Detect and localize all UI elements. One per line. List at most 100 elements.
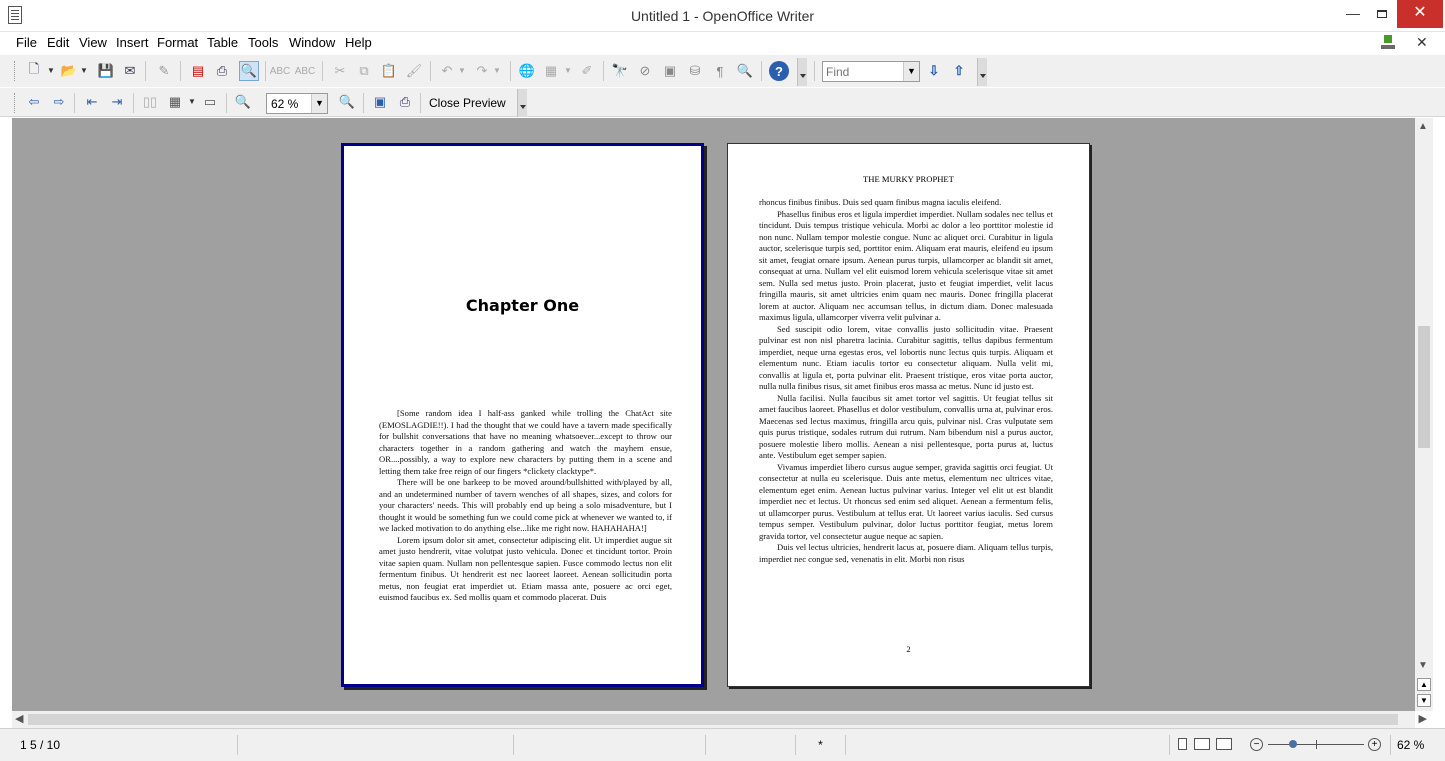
zoom-field[interactable]: ▼ <box>266 93 328 114</box>
menu-format[interactable]: Format <box>157 35 198 50</box>
page-1[interactable]: Chapter One [Some random idea I half-ass… <box>341 143 704 687</box>
edit-file-icon[interactable]: ✎ <box>155 62 173 80</box>
navigator-icon[interactable]: ⊘ <box>636 62 654 80</box>
language-status[interactable] <box>514 735 706 755</box>
two-page-view-icon[interactable] <box>1194 738 1210 750</box>
zoom-in-button[interactable]: + <box>1368 738 1381 751</box>
redo-dropdown-arrow[interactable]: ▼ <box>493 66 501 75</box>
page-style-status[interactable] <box>238 735 514 755</box>
close-window-button[interactable]: ✕ <box>1397 0 1443 28</box>
to-document-end-icon[interactable]: ⇥ <box>108 93 126 111</box>
insert-mode-status[interactable] <box>706 735 796 755</box>
spellcheck-icon[interactable]: ABC <box>270 62 291 80</box>
undo-icon[interactable]: ↶ <box>438 62 456 80</box>
horizontal-scrollbar[interactable]: ◀ ▶ <box>12 711 1427 728</box>
scroll-down-arrow[interactable]: ▼ <box>1418 660 1428 671</box>
zoom-icon[interactable]: 🔍 <box>736 62 754 80</box>
multiple-pages-icon[interactable]: ▦ <box>166 93 184 111</box>
find-next-icon[interactable]: ⇩ <box>925 62 943 80</box>
zoom-input[interactable] <box>267 94 311 113</box>
data-sources-icon[interactable]: ⛁ <box>686 62 704 80</box>
menu-edit[interactable]: Edit <box>47 35 69 50</box>
maximize-button[interactable] <box>1368 0 1396 28</box>
email-document-icon[interactable]: ✉ <box>121 62 139 80</box>
hyperlink-icon[interactable]: 🌐 <box>518 62 536 80</box>
new-dropdown-arrow[interactable]: ▼ <box>47 66 55 75</box>
page-count-status[interactable]: 1 5 / 10 <box>20 735 238 755</box>
toolbar-grip[interactable] <box>14 93 18 113</box>
clone-formatting-icon[interactable]: 🖌 <box>405 62 423 80</box>
menu-insert[interactable]: Insert <box>116 35 149 50</box>
zoom-out-icon[interactable]: 🔍 <box>338 93 356 111</box>
zoom-out-button[interactable]: − <box>1250 738 1263 751</box>
print-icon[interactable]: ⎙ <box>213 62 231 80</box>
find-toolbar-overflow-button[interactable] <box>977 58 987 86</box>
close-document-button[interactable]: ✕ <box>1416 34 1428 51</box>
help-icon[interactable]: ? <box>769 61 789 81</box>
open-dropdown-arrow[interactable]: ▼ <box>80 66 88 75</box>
find-field[interactable]: ▼ <box>822 61 920 82</box>
document-workspace[interactable]: Chapter One [Some random idea I half-ass… <box>12 118 1415 711</box>
save-icon[interactable]: 💾 <box>97 62 115 80</box>
page-2-body: rhoncus finibus finibus. Duis sed quam f… <box>759 197 1053 565</box>
next-page-icon[interactable]: ⇨ <box>50 93 68 111</box>
page-preview-icon[interactable]: 🔍 <box>239 61 259 81</box>
zoom-slider[interactable]: − + <box>1250 735 1384 755</box>
export-pdf-icon[interactable]: ▤ <box>189 62 207 80</box>
menu-help[interactable]: Help <box>345 35 372 50</box>
full-screen-icon[interactable]: ▣ <box>371 93 389 111</box>
scroll-left-arrow[interactable]: ◀ <box>15 712 23 725</box>
copy-icon[interactable]: ⧉ <box>355 62 373 80</box>
toolbar-grip[interactable] <box>14 61 18 81</box>
previous-page-scroll-button[interactable]: ▲ <box>1417 678 1431 691</box>
redo-icon[interactable]: ↷ <box>473 62 491 80</box>
digital-signature-status[interactable] <box>846 735 1170 755</box>
book-preview-icon[interactable]: ▭ <box>201 93 219 111</box>
paste-icon[interactable]: 📋 <box>380 62 398 80</box>
menu-table[interactable]: Table <box>207 35 238 50</box>
formatting-marks-icon[interactable]: ¶ <box>711 62 729 80</box>
vertical-scrollbar[interactable]: ▲ ▼ ▲ ▼ <box>1415 118 1433 711</box>
open-folder-icon[interactable]: 📂 <box>60 62 78 80</box>
zoom-percentage[interactable]: 62 % <box>1390 735 1424 755</box>
zoom-in-icon[interactable]: 🔍 <box>234 93 252 111</box>
find-previous-icon[interactable]: ⇧ <box>950 62 968 80</box>
menu-view[interactable]: View <box>79 35 107 50</box>
minimize-button[interactable]: — <box>1338 0 1368 28</box>
to-document-begin-icon[interactable]: ⇤ <box>83 93 101 111</box>
preview-toolbar-overflow-button[interactable] <box>517 89 527 117</box>
multiple-pages-dropdown-arrow[interactable]: ▼ <box>188 97 196 106</box>
scroll-right-arrow[interactable]: ▶ <box>1419 712 1427 725</box>
zoom-dropdown[interactable]: ▼ <box>311 94 327 113</box>
new-document-icon[interactable]: 🗋 <box>25 61 43 80</box>
undo-dropdown-arrow[interactable]: ▼ <box>458 66 466 75</box>
table-icon[interactable]: ▦ <box>542 62 560 80</box>
update-download-icon[interactable] <box>1380 34 1396 50</box>
menu-file[interactable]: File <box>16 35 37 50</box>
previous-page-icon[interactable]: ⇦ <box>25 93 43 111</box>
find-replace-icon[interactable]: 🔭 <box>611 62 629 80</box>
find-input[interactable] <box>823 62 903 81</box>
scroll-up-arrow[interactable]: ▲ <box>1418 121 1428 132</box>
toolbar-overflow-button[interactable] <box>797 58 807 86</box>
gallery-icon[interactable]: ▣ <box>661 62 679 80</box>
zoom-slider-knob[interactable] <box>1289 740 1298 748</box>
book-view-icon[interactable] <box>1216 738 1232 750</box>
cut-icon[interactable]: ✂ <box>331 62 349 80</box>
menu-window[interactable]: Window <box>289 35 335 50</box>
next-page-scroll-button[interactable]: ▼ <box>1417 694 1431 707</box>
find-history-dropdown[interactable]: ▼ <box>903 62 919 81</box>
document-modified-status[interactable]: * <box>796 735 846 755</box>
print-page-preview-icon[interactable]: ⎙ <box>396 93 414 111</box>
autospellcheck-icon[interactable]: ABC <box>295 62 316 80</box>
table-dropdown-arrow[interactable]: ▼ <box>564 66 572 75</box>
page-2[interactable]: THE MURKY PROPHET rhoncus finibus finibu… <box>727 143 1090 687</box>
vertical-scroll-thumb[interactable] <box>1418 326 1430 448</box>
two-pages-icon[interactable]: ▯▯ <box>141 93 159 111</box>
horizontal-scroll-thumb[interactable] <box>28 714 1398 725</box>
paragraph: Lorem ipsum dolor sit amet, consectetur … <box>379 534 672 603</box>
close-preview-button[interactable]: Close Preview <box>425 93 510 113</box>
menu-tools[interactable]: Tools <box>248 35 278 50</box>
show-draw-functions-icon[interactable]: ✐ <box>578 62 596 80</box>
single-page-view-icon[interactable] <box>1178 738 1187 750</box>
